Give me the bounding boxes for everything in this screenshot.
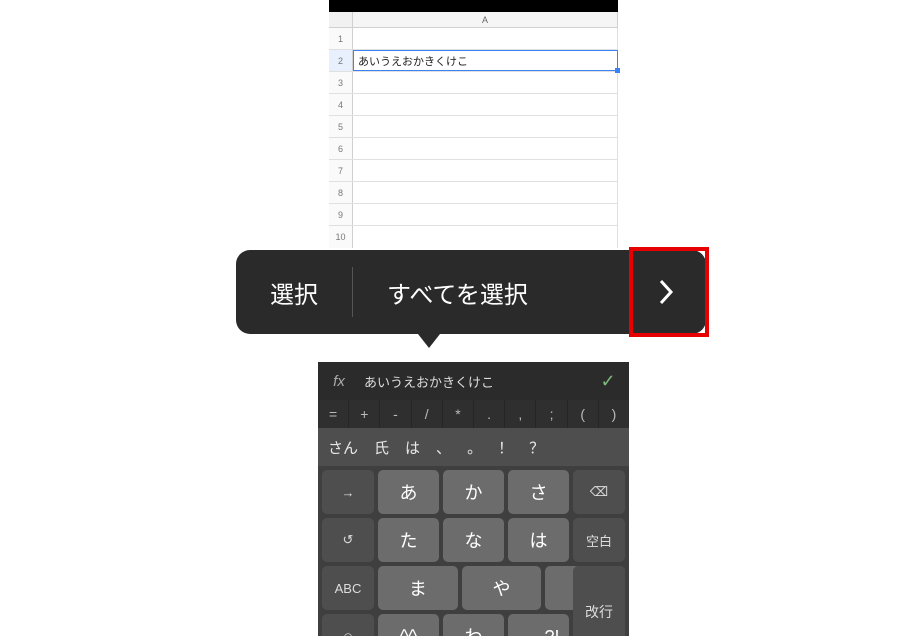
input-area: fx あいうえおかきくけこ ✓ =+-/*.,;() さん氏は、。！？ →あかさ… bbox=[318, 362, 629, 636]
row-number[interactable]: 2 bbox=[329, 50, 353, 71]
confirm-button[interactable]: ✓ bbox=[587, 371, 629, 392]
suggestion[interactable]: は bbox=[405, 437, 420, 458]
select-all-button[interactable]: すべてを選択 bbox=[353, 250, 562, 334]
row-number[interactable]: 7 bbox=[329, 160, 353, 181]
cell[interactable] bbox=[353, 116, 618, 137]
symbol-key[interactable]: - bbox=[380, 400, 411, 428]
kana-key[interactable]: ^^ bbox=[378, 614, 439, 636]
undo-key[interactable]: ↺ bbox=[322, 518, 374, 562]
emoji-key[interactable]: ☺ bbox=[322, 614, 374, 636]
column-header-a[interactable]: A bbox=[353, 12, 618, 27]
kana-key[interactable]: や bbox=[462, 566, 542, 610]
suggestion-bar: さん氏は、。 ！ ？ bbox=[318, 428, 629, 466]
context-menu: 選択 すべてを選択 bbox=[236, 250, 706, 334]
table-row: 7 bbox=[329, 160, 618, 182]
cell[interactable] bbox=[353, 160, 618, 181]
table-row: 4 bbox=[329, 94, 618, 116]
mode-key[interactable]: ABC bbox=[322, 566, 374, 610]
symbol-key[interactable]: + bbox=[349, 400, 380, 428]
arrow-key[interactable]: → bbox=[322, 470, 374, 514]
suggestion[interactable]: 。 bbox=[467, 437, 482, 458]
fx-label: fx bbox=[318, 373, 360, 390]
select-button[interactable]: 選択 bbox=[236, 250, 352, 334]
more-button[interactable] bbox=[629, 253, 703, 331]
suggestion[interactable]: ！ bbox=[498, 437, 513, 458]
cell[interactable] bbox=[353, 28, 618, 49]
symbol-key[interactable]: ( bbox=[568, 400, 599, 428]
symbol-key[interactable]: , bbox=[505, 400, 536, 428]
symbol-key[interactable]: . bbox=[474, 400, 505, 428]
backspace-key[interactable]: ⌫ bbox=[573, 470, 625, 514]
menu-pointer bbox=[418, 334, 440, 348]
table-row: 3 bbox=[329, 72, 618, 94]
suggestion[interactable]: 氏 bbox=[374, 437, 389, 458]
cell[interactable] bbox=[353, 72, 618, 93]
kana-key[interactable]: な bbox=[443, 518, 504, 562]
table-row: 6 bbox=[329, 138, 618, 160]
cell[interactable] bbox=[353, 226, 618, 248]
kana-keyboard: →あかさ⌫↺たなは空白ABCまやら☺^^わ、。?!改行 bbox=[318, 466, 629, 636]
cell[interactable]: あいうえおかきくけこ bbox=[353, 50, 618, 71]
row-number[interactable]: 5 bbox=[329, 116, 353, 137]
row-number[interactable]: 1 bbox=[329, 28, 353, 49]
table-row: 5 bbox=[329, 116, 618, 138]
kana-key[interactable]: あ bbox=[378, 470, 439, 514]
row-number[interactable]: 6 bbox=[329, 138, 353, 159]
column-header-row: A bbox=[329, 12, 618, 28]
enter-key[interactable]: 改行 bbox=[573, 566, 625, 636]
status-bar bbox=[329, 0, 618, 12]
chevron-right-icon bbox=[656, 277, 676, 307]
cell[interactable] bbox=[353, 94, 618, 115]
symbol-key[interactable]: ; bbox=[536, 400, 567, 428]
table-row: 2あいうえおかきくけこ bbox=[329, 50, 618, 72]
symbol-row: =+-/*.,;() bbox=[318, 400, 629, 428]
cell[interactable] bbox=[353, 138, 618, 159]
formula-input[interactable]: あいうえおかきくけこ bbox=[360, 372, 587, 391]
kana-key[interactable]: わ bbox=[443, 614, 504, 636]
kana-key[interactable]: た bbox=[378, 518, 439, 562]
row-number[interactable]: 4 bbox=[329, 94, 353, 115]
symbol-key[interactable]: / bbox=[412, 400, 443, 428]
symbol-key[interactable]: * bbox=[443, 400, 474, 428]
suggestion[interactable]: さん bbox=[328, 437, 358, 458]
row-number[interactable]: 9 bbox=[329, 204, 353, 225]
kana-key[interactable]: ま bbox=[378, 566, 458, 610]
table-row: 8 bbox=[329, 182, 618, 204]
row-number[interactable]: 8 bbox=[329, 182, 353, 203]
cell[interactable] bbox=[353, 204, 618, 225]
suggestion[interactable]: ？ bbox=[529, 437, 544, 458]
row-number[interactable]: 3 bbox=[329, 72, 353, 93]
corner-cell[interactable] bbox=[329, 12, 353, 27]
cell[interactable] bbox=[353, 182, 618, 203]
suggestion[interactable]: 、 bbox=[436, 437, 451, 458]
table-row: 10 bbox=[329, 226, 618, 248]
kana-key[interactable]: さ bbox=[508, 470, 569, 514]
row-number[interactable]: 10 bbox=[329, 226, 353, 248]
table-row: 1 bbox=[329, 28, 618, 50]
kana-key[interactable]: か bbox=[443, 470, 504, 514]
space-key[interactable]: 空白 bbox=[573, 518, 625, 562]
symbol-key[interactable]: = bbox=[318, 400, 349, 428]
kana-key[interactable]: は bbox=[508, 518, 569, 562]
formula-bar: fx あいうえおかきくけこ ✓ bbox=[318, 362, 629, 400]
spreadsheet: A 12あいうえおかきくけこ345678910 bbox=[329, 0, 618, 248]
symbol-key[interactable]: ) bbox=[599, 400, 629, 428]
kana-key[interactable]: 、。?! bbox=[508, 614, 569, 636]
table-row: 9 bbox=[329, 204, 618, 226]
